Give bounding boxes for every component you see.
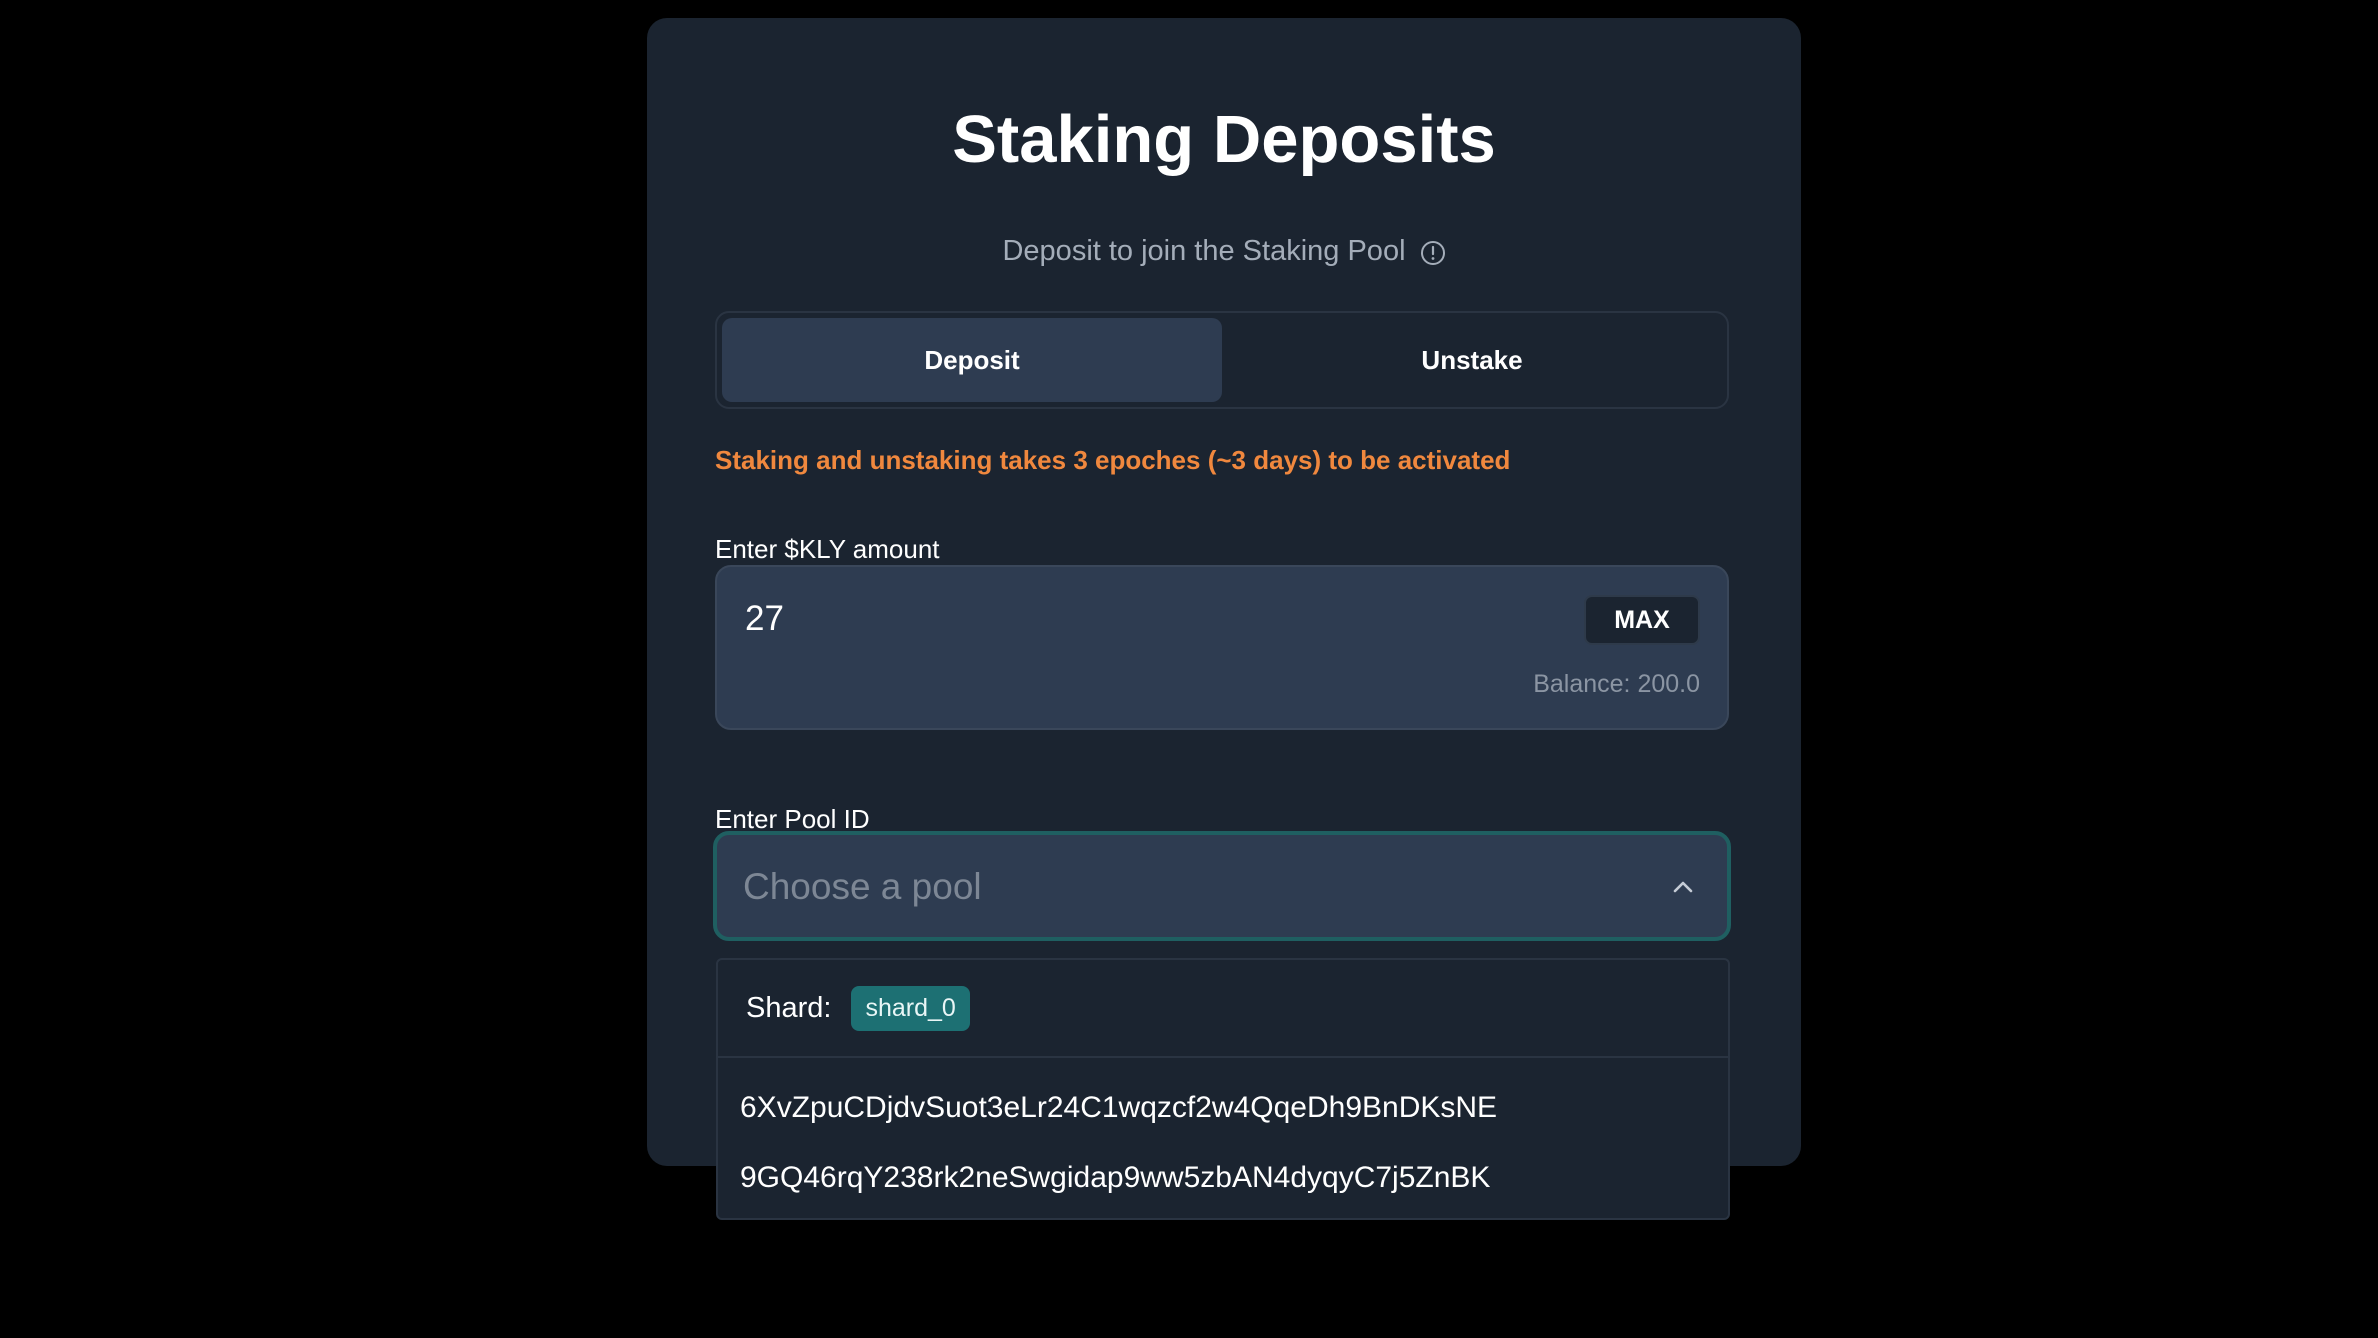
- amount-field-container: MAX Balance: 200.0: [715, 565, 1729, 730]
- subtitle-text: Deposit to join the Staking Pool: [1002, 235, 1406, 267]
- max-button[interactable]: MAX: [1584, 595, 1700, 645]
- page-title: Staking Deposits: [952, 102, 1496, 177]
- info-icon[interactable]: [1420, 238, 1446, 265]
- shard-group-header: Shard: shard_0: [718, 960, 1728, 1058]
- pool-select-placeholder: Choose a pool: [743, 866, 982, 907]
- pool-option[interactable]: 6XvZpuCDjdvSuot3eLr24C1wqzcf2w4QqeDh9BnD…: [740, 1088, 1497, 1128]
- activation-warning: Staking and unstaking takes 3 epoches (~…: [715, 445, 1511, 475]
- chevron-up-icon[interactable]: [1669, 873, 1697, 901]
- tab-deposit[interactable]: Deposit: [722, 318, 1222, 402]
- balance-text: Balance: 200.0: [1533, 670, 1700, 698]
- pool-option[interactable]: 9GQ46rqY238rk2neSwgidap9ww5zbAN4dyqyC7j5…: [740, 1158, 1490, 1198]
- subtitle: Deposit to join the Staking Pool: [647, 232, 1801, 270]
- pool-dropdown-menu: Shard: shard_0 6XvZpuCDjdvSuot3eLr24C1wq…: [716, 958, 1730, 1220]
- tab-unstake[interactable]: Unstake: [1222, 318, 1722, 402]
- tab-bar: Deposit Unstake: [715, 311, 1729, 409]
- shard-badge: shard_0: [851, 985, 970, 1031]
- amount-input[interactable]: [743, 593, 1447, 645]
- pool-select[interactable]: Choose a pool: [713, 831, 1731, 941]
- amount-label: Enter $KLY amount: [715, 534, 940, 564]
- shard-label: Shard:: [746, 991, 832, 1024]
